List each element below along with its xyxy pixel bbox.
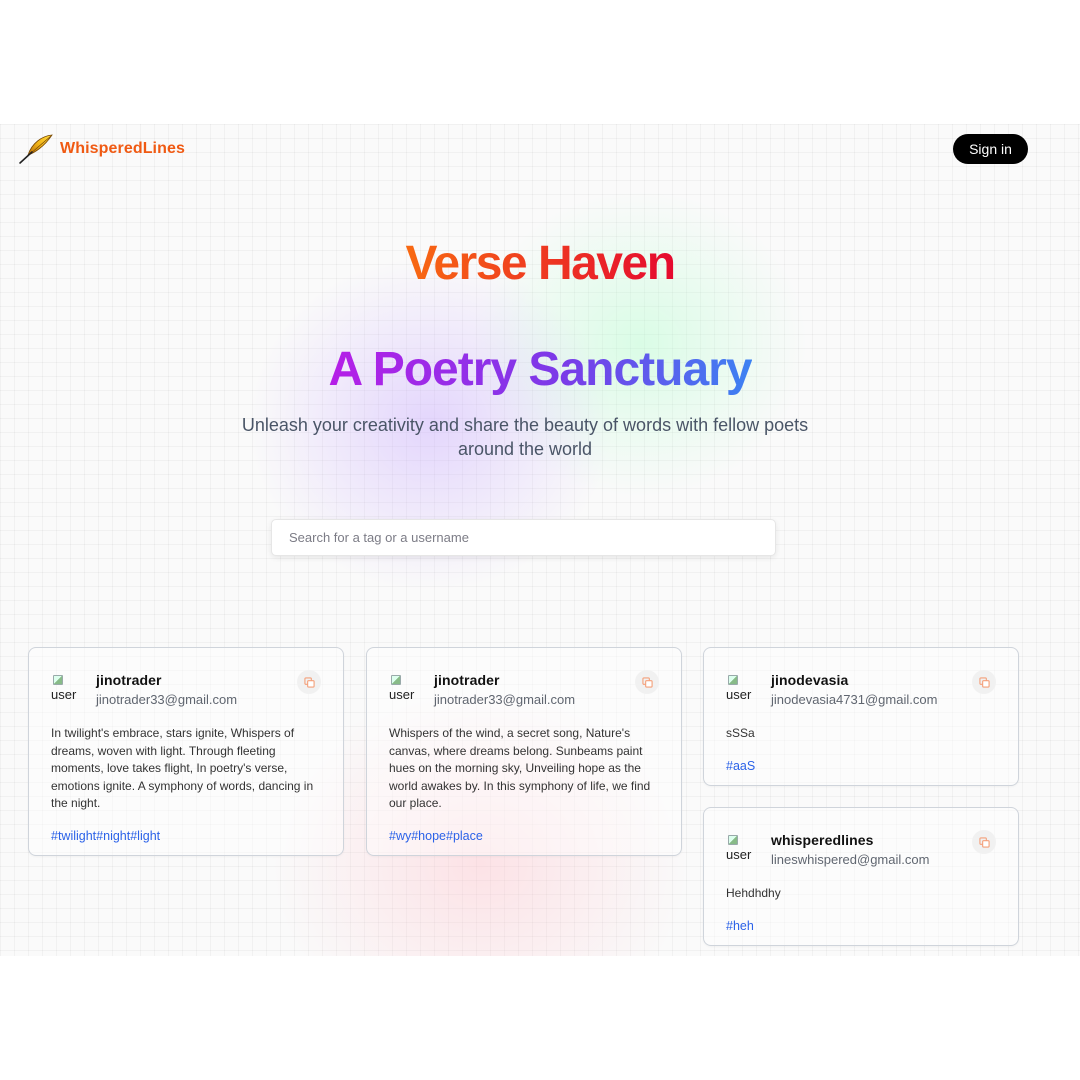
copy-icon — [303, 676, 315, 688]
post-username: jinodevasia — [771, 672, 849, 688]
post-tags: #heh — [726, 917, 996, 935]
post-tags: #twilight#night#light — [51, 827, 321, 845]
copy-icon — [978, 676, 990, 688]
copy-button[interactable] — [297, 670, 321, 694]
post-email: lineswhispered@gmail.com — [771, 852, 930, 867]
tag-link[interactable]: #hope — [411, 829, 446, 843]
copy-icon — [641, 676, 653, 688]
post-tags: #aaS — [726, 757, 996, 775]
avatar[interactable]: user — [726, 673, 762, 709]
tag-link[interactable]: #heh — [726, 919, 754, 933]
post-username: jinotrader — [434, 672, 500, 688]
post-card: user jinodevasia jinodevasia4731@gmail.c… — [703, 647, 1019, 786]
avatar[interactable]: user — [726, 833, 762, 869]
post-text: In twilight's embrace, stars ignite, Whi… — [51, 726, 314, 811]
copy-button[interactable] — [972, 830, 996, 854]
post-email: jinodevasia4731@gmail.com — [771, 692, 938, 707]
post-text: Hehdhdhy — [726, 886, 781, 900]
hero-description: Unleash your creativity and share the be… — [241, 415, 809, 459]
avatar-alt-text: user — [726, 847, 752, 862]
tag-link[interactable]: #twilight — [51, 829, 96, 843]
post-header[interactable]: user whisperedlines lineswhispered@gmail… — [726, 830, 996, 870]
tag-link[interactable]: #light — [130, 829, 160, 843]
post-card: user jinotrader jinotrader33@gmail.com W… — [366, 647, 682, 856]
hero-subtitle: A Poetry Sanctuary — [0, 342, 1080, 398]
post-header[interactable]: user jinodevasia jinodevasia4731@gmail.c… — [726, 670, 996, 710]
copy-icon — [978, 836, 990, 848]
page: WhisperedLines Sign in Verse Haven A Poe… — [0, 124, 1080, 956]
post-tags: #wy#hope#place — [389, 827, 659, 845]
tag-link[interactable]: #aaS — [726, 759, 755, 773]
sign-in-button[interactable]: Sign in — [953, 134, 1028, 164]
search-input[interactable] — [271, 519, 776, 556]
post-username: whisperedlines — [771, 832, 874, 848]
post-username: jinotrader — [96, 672, 162, 688]
logo-link[interactable]: WhisperedLines — [18, 133, 185, 165]
avatar-alt-text: user — [726, 687, 752, 702]
navbar: WhisperedLines Sign in — [0, 124, 1080, 176]
brand-name: WhisperedLines — [60, 140, 185, 157]
avatar-alt-text: user — [51, 687, 77, 702]
avatar[interactable]: user — [389, 673, 425, 709]
hero-subtitle-text: A Poetry Sanctuary — [328, 343, 752, 396]
copy-button[interactable] — [972, 670, 996, 694]
broken-image-icon — [53, 675, 63, 685]
post-text: sSSa — [726, 726, 755, 740]
tag-link[interactable]: #place — [446, 829, 483, 843]
post-card: user jinotrader jinotrader33@gmail.com I… — [28, 647, 344, 856]
tag-link[interactable]: #wy — [389, 829, 411, 843]
post-card: user whisperedlines lineswhispered@gmail… — [703, 807, 1019, 946]
hero-title-text: Verse Haven — [405, 237, 676, 290]
quill-feather-icon — [19, 134, 53, 164]
broken-image-icon — [391, 675, 401, 685]
hero-title: Verse Haven — [0, 236, 1080, 292]
post-text: Whispers of the wind, a secret song, Nat… — [389, 726, 651, 811]
broken-image-icon — [728, 675, 738, 685]
post-email: jinotrader33@gmail.com — [434, 692, 576, 707]
post-header[interactable]: user jinotrader jinotrader33@gmail.com — [389, 670, 659, 710]
avatar-alt-text: user — [389, 687, 415, 702]
post-email: jinotrader33@gmail.com — [96, 692, 238, 707]
tag-link[interactable]: #night — [96, 829, 130, 843]
copy-button[interactable] — [635, 670, 659, 694]
post-header[interactable]: user jinotrader jinotrader33@gmail.com — [51, 670, 321, 710]
avatar[interactable]: user — [51, 673, 87, 709]
broken-image-icon — [728, 835, 738, 845]
